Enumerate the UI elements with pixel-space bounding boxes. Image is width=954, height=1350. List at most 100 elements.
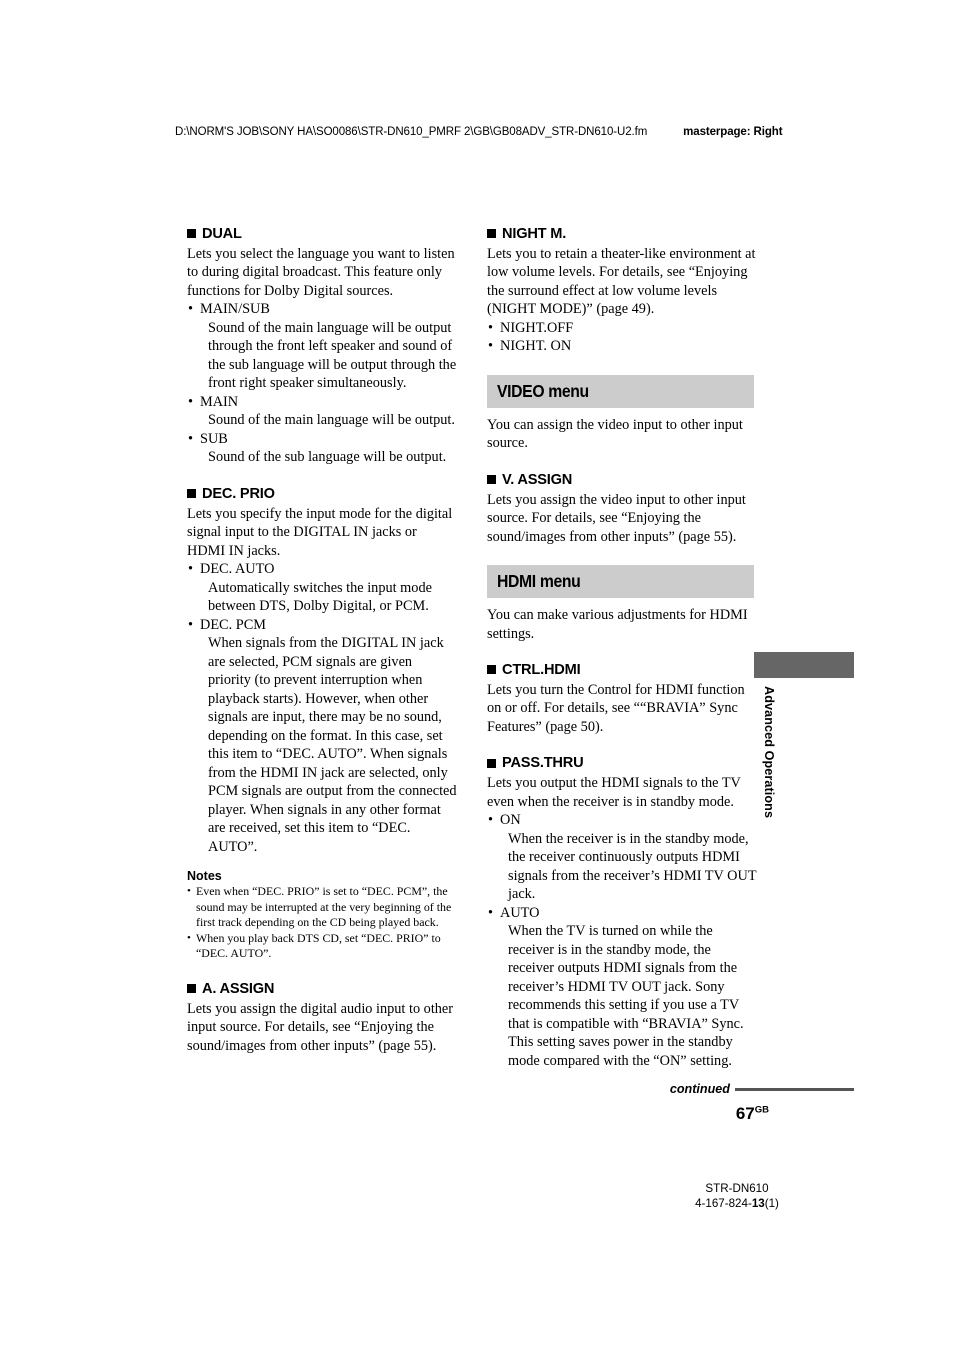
list-item: DEC. PCM When signals from the DIGITAL I… bbox=[187, 616, 457, 857]
pass-thru-option-list: ON When the receiver is in the standby m… bbox=[487, 811, 757, 1070]
heading-dual-label: DUAL bbox=[202, 226, 242, 242]
v-assign-intro: Lets you assign the video input to other… bbox=[487, 491, 746, 545]
page-number: 67 bbox=[735, 1104, 755, 1123]
list-item: NIGHT.OFF bbox=[487, 319, 757, 338]
heading-v-assign: V. ASSIGN bbox=[487, 472, 757, 490]
pass-thru-intro: Lets you output the HDMI signals to the … bbox=[487, 775, 741, 810]
square-bullet-icon bbox=[487, 475, 496, 485]
option-name: DEC. PCM bbox=[200, 616, 266, 633]
option-name: MAIN/SUB bbox=[200, 301, 270, 318]
list-item: DEC. AUTO Automatically switches the inp… bbox=[187, 560, 457, 616]
heading-pass-thru-label: PASS.THRU bbox=[502, 755, 584, 772]
page-number-suffix: GB bbox=[754, 1104, 769, 1116]
option-name: ON bbox=[500, 812, 521, 829]
option-desc: When signals from the DIGITAL IN jack ar… bbox=[208, 635, 457, 855]
option-name: DEC. AUTO bbox=[200, 561, 275, 578]
square-bullet-icon bbox=[487, 758, 496, 768]
side-tab-label: Advanced Operations bbox=[762, 686, 776, 819]
heading-dec-prio-label: DEC. PRIO bbox=[202, 485, 275, 502]
option-name: AUTO bbox=[500, 904, 540, 921]
ctrl-hdmi-intro: Lets you turn the Control for HDMI funct… bbox=[487, 681, 745, 735]
heading-v-assign-label: V. ASSIGN bbox=[502, 471, 573, 488]
section-video-menu: VIDEO menu You can assign the video inpu… bbox=[487, 374, 757, 546]
heading-a-assign: A. ASSIGN bbox=[187, 981, 457, 999]
night-m-option-list: NIGHT.OFF NIGHT. ON bbox=[487, 319, 757, 356]
list-item: MAIN/SUB Sound of the main language will… bbox=[187, 300, 457, 393]
continued-label: continued bbox=[669, 1082, 730, 1096]
video-menu-bar-label: VIDEO menu bbox=[497, 380, 589, 401]
hdmi-menu-intro: You can make various adjustments for HDM… bbox=[487, 607, 748, 642]
heading-pass-thru: PASS.THRU bbox=[487, 755, 757, 773]
masterpage-label: masterpage: Right bbox=[683, 126, 783, 138]
right-column: NIGHT M. Lets you to retain a theater-li… bbox=[487, 226, 757, 1070]
section-hdmi-menu: HDMI menu You can make various adjustmen… bbox=[487, 565, 757, 1070]
square-bullet-icon bbox=[187, 489, 196, 499]
list-item: When you play back DTS CD, set “DEC. PRI… bbox=[187, 931, 457, 962]
option-desc: When the receiver is in the standby mode… bbox=[508, 830, 757, 903]
a-assign-intro: Lets you assign the digital audio input … bbox=[187, 1000, 454, 1054]
option-desc: When the TV is turned on while the recei… bbox=[508, 923, 744, 1069]
list-item: ON When the receiver is in the standby m… bbox=[487, 811, 757, 904]
square-bullet-icon bbox=[487, 229, 496, 239]
section-dec-prio: DEC. PRIO Lets you specify the input mod… bbox=[187, 486, 457, 962]
footer-part-prefix: 4-167-824- bbox=[695, 1196, 752, 1210]
dec-prio-option-list: DEC. AUTO Automatically switches the inp… bbox=[187, 560, 457, 856]
notes-list: Even when “DEC. PRIO” is set to “DEC. PC… bbox=[187, 884, 457, 962]
hdmi-menu-bar-label: HDMI menu bbox=[497, 571, 581, 592]
square-bullet-icon bbox=[187, 229, 196, 239]
heading-night-m: NIGHT M. bbox=[487, 226, 757, 244]
source-file-path: D:\NORM'S JOB\SONY HA\SO0086\STR-DN610_P… bbox=[175, 126, 648, 138]
footer-part-number: 4-167-824-13(1) bbox=[587, 1197, 887, 1212]
footer-model: STR-DN610 bbox=[705, 1182, 769, 1195]
option-name: MAIN bbox=[200, 393, 239, 410]
footer-part-suffix: (1) bbox=[764, 1196, 779, 1210]
left-column: DUAL Lets you select the language you wa… bbox=[187, 226, 457, 1055]
option-desc: Sound of the main language will be outpu… bbox=[208, 319, 457, 392]
document-header: D:\NORM'S JOB\SONY HA\SO0086\STR-DN610_P… bbox=[175, 126, 835, 138]
page-number-row: 67GB bbox=[487, 1104, 854, 1124]
continued-rule bbox=[735, 1087, 854, 1091]
section-night-m: NIGHT M. Lets you to retain a theater-li… bbox=[487, 226, 757, 356]
option-desc: Sound of the main language will be outpu… bbox=[208, 412, 455, 429]
list-item: MAIN Sound of the main language will be … bbox=[187, 393, 457, 430]
option-desc: Sound of the sub language will be output… bbox=[208, 449, 447, 466]
section-dual: DUAL Lets you select the language you wa… bbox=[187, 226, 457, 467]
video-menu-intro: You can assign the video input to other … bbox=[487, 416, 743, 452]
document-footer: STR-DN610 4-167-824-13(1) bbox=[587, 1182, 887, 1212]
continued-group: continued 67GB bbox=[487, 1082, 854, 1124]
footer-part-bold: 13 bbox=[751, 1196, 765, 1210]
dual-option-list: MAIN/SUB Sound of the main language will… bbox=[187, 300, 457, 467]
video-menu-bar: VIDEO menu bbox=[487, 374, 754, 408]
heading-ctrl-hdmi: CTRL.HDMI bbox=[487, 662, 757, 680]
option-desc: Automatically switches the input mode be… bbox=[208, 579, 432, 615]
section-a-assign: A. ASSIGN Lets you assign the digital au… bbox=[187, 981, 457, 1055]
heading-dual: DUAL bbox=[187, 226, 457, 244]
heading-night-m-label: NIGHT M. bbox=[502, 226, 567, 242]
heading-dec-prio: DEC. PRIO bbox=[187, 486, 457, 504]
list-item: SUB Sound of the sub language will be ou… bbox=[187, 430, 457, 467]
night-m-intro: Lets you to retain a theater-like enviro… bbox=[487, 245, 756, 318]
square-bullet-icon bbox=[187, 984, 196, 994]
continued-row: continued bbox=[487, 1082, 854, 1096]
dec-prio-intro: Lets you specify the input mode for the … bbox=[187, 505, 453, 559]
hdmi-menu-bar: HDMI menu bbox=[487, 565, 754, 599]
dual-intro: Lets you select the language you want to… bbox=[187, 245, 455, 299]
option-name: SUB bbox=[200, 430, 228, 447]
list-item: Even when “DEC. PRIO” is set to “DEC. PC… bbox=[187, 884, 457, 931]
list-item: AUTO When the TV is turned on while the … bbox=[487, 904, 757, 1071]
side-tab-block bbox=[754, 652, 854, 678]
list-item: NIGHT. ON bbox=[487, 337, 757, 356]
square-bullet-icon bbox=[487, 665, 496, 675]
notes-title: Notes bbox=[187, 869, 222, 884]
heading-a-assign-label: A. ASSIGN bbox=[202, 981, 275, 998]
